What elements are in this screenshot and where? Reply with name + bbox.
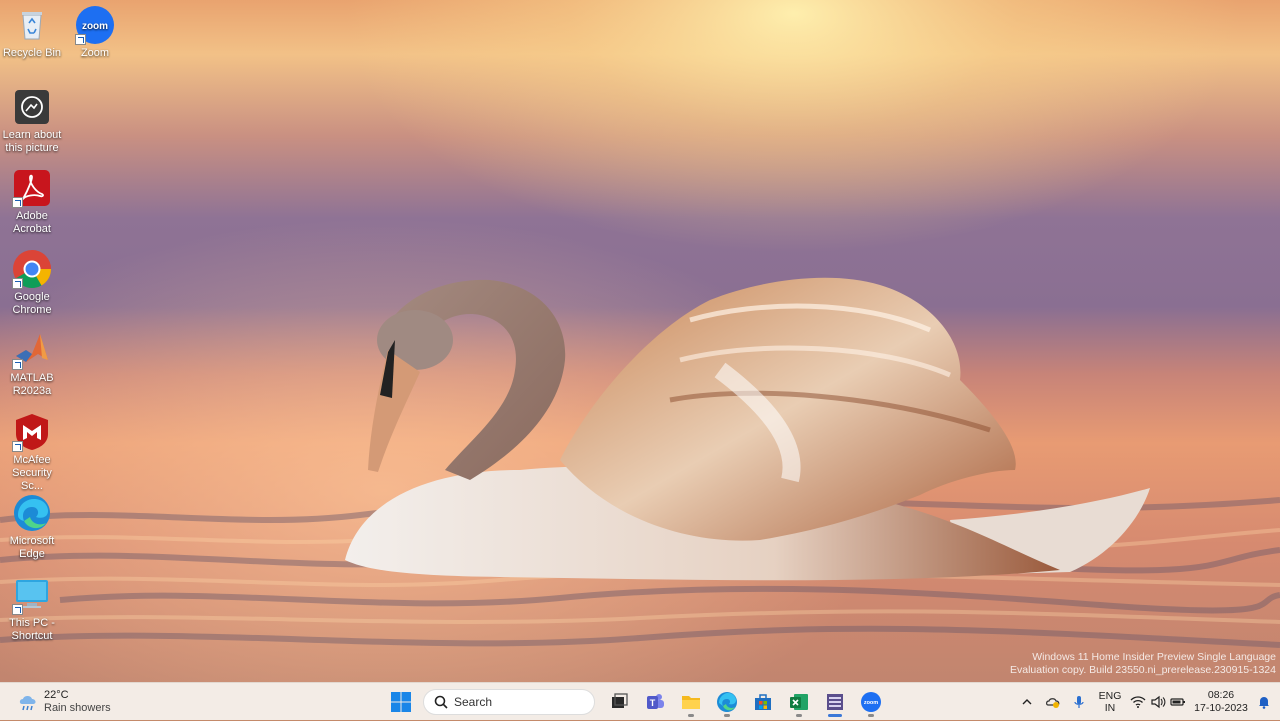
taskbar-center: Search T zoom <box>383 686 889 718</box>
running-indicator <box>868 714 874 717</box>
network-button[interactable] <box>1128 687 1148 717</box>
presentation-app-icon <box>827 694 843 710</box>
clock-time: 08:26 <box>1207 689 1235 701</box>
desktop-icon-label: Learn about this picture <box>2 129 62 154</box>
store-icon <box>755 694 771 710</box>
input-language-button[interactable]: ENG IN <box>1092 690 1128 714</box>
task-view-icon <box>612 693 628 708</box>
desktop-icon-recycle-bin[interactable]: Recycle Bin <box>0 5 64 60</box>
volume-button[interactable] <box>1148 687 1168 717</box>
language-code: ENG <box>1098 690 1122 702</box>
svg-text:T: T <box>650 698 656 708</box>
desktop-icon-matlab[interactable]: MATLAB R2023a <box>0 330 64 398</box>
edge-icon <box>717 692 737 712</box>
adobe-acrobat-icon <box>12 168 52 208</box>
microphone-icon <box>1074 696 1084 708</box>
speaker-icon <box>1151 695 1166 709</box>
edge-icon <box>12 493 52 533</box>
chevron-up-icon <box>1022 699 1032 705</box>
weather-condition: Rain showers <box>44 702 111 714</box>
start-icon <box>391 692 411 712</box>
desktop-icon-label: McAfee Security Sc... <box>12 454 52 492</box>
teams-icon: T <box>647 694 664 709</box>
excel-button[interactable] <box>782 686 816 718</box>
store-button[interactable] <box>746 686 780 718</box>
svg-text:zoom: zoom <box>864 700 878 706</box>
recycle-bin-icon <box>12 5 52 45</box>
watermark-line-2: Evaluation copy. Build 23550.ni_prerelea… <box>1009 664 1276 676</box>
desktop-icon-label: Adobe Acrobat <box>13 210 51 235</box>
zoom-icon: zoom <box>861 692 881 712</box>
mcafee-icon <box>12 412 52 452</box>
svg-text:zoom: zoom <box>82 21 108 32</box>
shortcut-arrow-icon <box>12 604 23 615</box>
cloud-warning-icon <box>1046 698 1060 708</box>
desktop-icon-zoom[interactable]: zoom Zoom <box>63 5 127 60</box>
running-indicator <box>724 714 730 717</box>
shortcut-arrow-icon <box>12 278 23 289</box>
desktop-icon-label: Microsoft Edge <box>9 535 55 560</box>
region-code: IN <box>1104 702 1116 714</box>
show-hidden-icons-button[interactable] <box>1014 687 1040 717</box>
search-placeholder: Search <box>454 695 493 709</box>
edge-button[interactable] <box>710 686 744 718</box>
taskbar: 22°C Rain showers Search T zoom ENG IN 0… <box>0 682 1280 720</box>
onedrive-status-button[interactable] <box>1040 687 1066 717</box>
task-view-button[interactable] <box>602 686 636 718</box>
matlab-icon <box>12 330 52 370</box>
battery-icon <box>1170 698 1185 706</box>
desktop-icon-label: Recycle Bin <box>2 47 62 59</box>
zoom-taskbar-button[interactable]: zoom <box>854 686 888 718</box>
notifications-button[interactable] <box>1252 687 1276 717</box>
shortcut-arrow-icon <box>12 197 23 208</box>
teams-button[interactable]: T <box>638 686 672 718</box>
chrome-icon <box>12 249 52 289</box>
search-icon <box>434 695 448 709</box>
battery-button[interactable] <box>1168 687 1188 717</box>
presentation-app-button[interactable] <box>818 686 852 718</box>
desktop-wallpaper <box>0 0 1280 682</box>
zoom-icon: zoom <box>75 5 115 45</box>
weather-widget[interactable]: 22°C Rain showers <box>16 688 111 716</box>
microphone-button[interactable] <box>1066 687 1092 717</box>
desktop-icon-microsoft-edge[interactable]: Microsoft Edge <box>0 493 64 561</box>
bell-icon <box>1259 697 1269 709</box>
rain-cloud-icon <box>19 696 36 711</box>
desktop-icon-google-chrome[interactable]: Google Chrome <box>0 249 64 317</box>
running-indicator <box>796 714 802 717</box>
shortcut-arrow-icon <box>12 359 23 370</box>
desktop-icon-label: This PC - Shortcut <box>9 617 55 642</box>
desktop-icon-label: MATLAB R2023a <box>10 372 54 397</box>
shortcut-arrow-icon <box>75 34 86 45</box>
learn-picture-icon <box>12 87 52 127</box>
running-indicator <box>688 714 694 717</box>
desktop-icon-mcafee[interactable]: McAfee Security Sc... <box>0 412 64 493</box>
taskbar-search[interactable]: Search <box>423 689 595 715</box>
wifi-icon <box>1130 696 1146 708</box>
active-indicator <box>828 714 842 717</box>
file-explorer-icon <box>682 696 700 709</box>
watermark-line-1: Windows 11 Home Insider Preview Single L… <box>1032 651 1276 663</box>
this-pc-icon <box>12 575 52 615</box>
clock-button[interactable]: 08:26 17-10-2023 <box>1190 689 1252 715</box>
shortcut-arrow-icon <box>12 441 23 452</box>
desktop-icon-adobe-acrobat[interactable]: Adobe Acrobat <box>0 168 64 236</box>
file-explorer-button[interactable] <box>674 686 708 718</box>
system-tray: ENG IN 08:26 17-10-2023 <box>1014 683 1280 721</box>
desktop-icon-this-pc[interactable]: This PC - Shortcut <box>0 575 64 643</box>
desktop-icon-learn-picture[interactable]: Learn about this picture <box>0 87 64 155</box>
excel-icon <box>790 694 808 710</box>
weather-temperature: 22°C <box>44 689 69 701</box>
desktop-icon-label: Google Chrome <box>12 291 52 316</box>
clock-date: 17-10-2023 <box>1194 702 1248 714</box>
windows-watermark: Windows 11 Home Insider Preview Single L… <box>1010 651 1276 677</box>
start-button[interactable] <box>384 686 418 718</box>
desktop-icon-label: Zoom <box>80 47 110 59</box>
